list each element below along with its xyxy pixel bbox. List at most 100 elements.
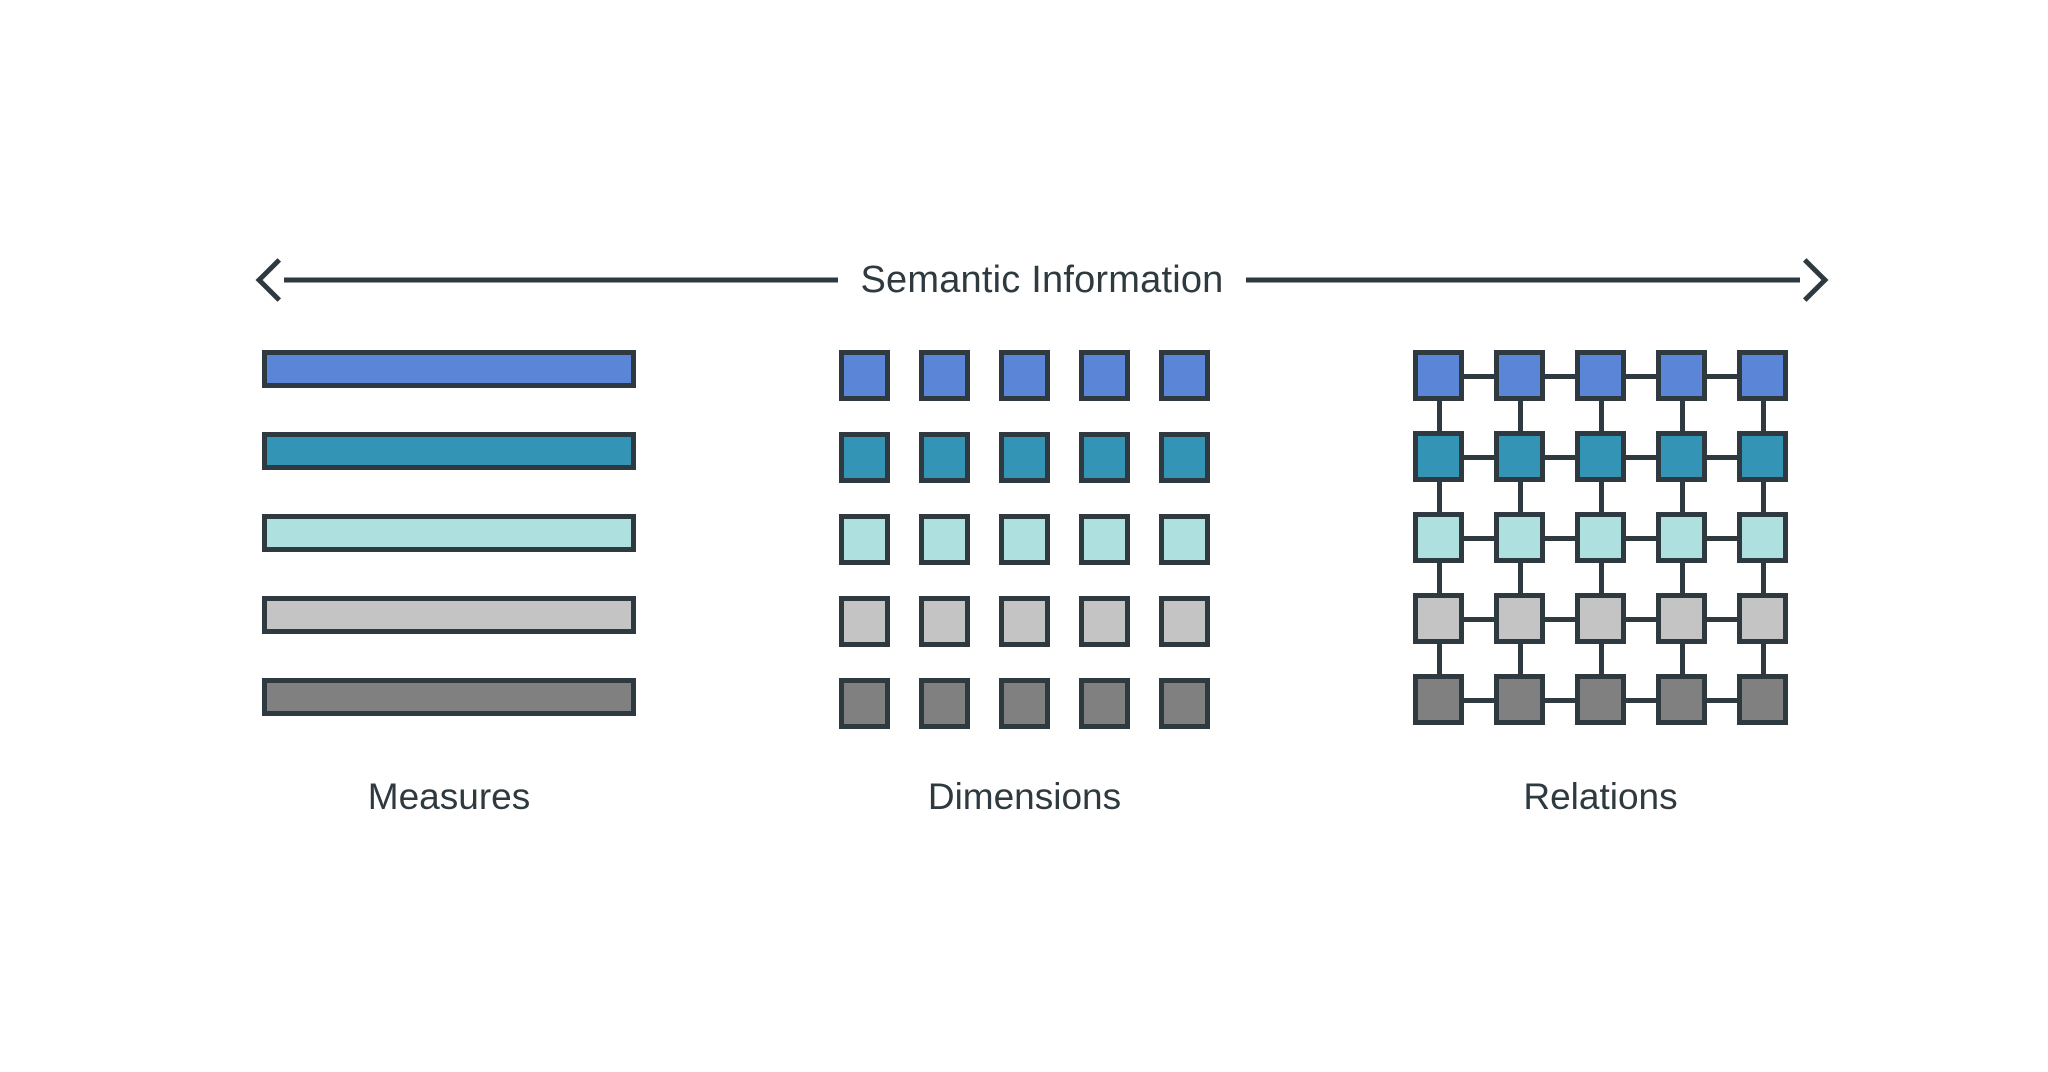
- relation-link-vertical: [1437, 397, 1442, 435]
- relation-link-vertical: [1761, 397, 1766, 435]
- axis-label: Semantic Information: [838, 261, 1246, 299]
- dimension-cell: [1079, 350, 1130, 401]
- group-relations: Relations: [1413, 350, 1788, 815]
- relation-link-vertical: [1518, 397, 1523, 435]
- measure-bar: [262, 514, 636, 552]
- relation-link-horizontal: [1541, 698, 1579, 703]
- measure-bar-row: [262, 596, 636, 634]
- relation-node: [1494, 350, 1545, 401]
- group-measures: Measures: [262, 350, 636, 815]
- relation-link-horizontal: [1460, 536, 1498, 541]
- relation-link-vertical: [1599, 478, 1604, 516]
- relation-link-vertical: [1761, 478, 1766, 516]
- semantic-information-axis: Semantic Information: [255, 250, 1829, 310]
- dimension-cell: [999, 678, 1050, 729]
- group-caption-relations: Relations: [1523, 776, 1678, 817]
- relation-link-horizontal: [1622, 536, 1660, 541]
- relation-node: [1494, 431, 1545, 482]
- relation-node: [1656, 431, 1707, 482]
- dimension-cell: [919, 678, 970, 729]
- dimension-cell: [919, 432, 970, 483]
- relation-node: [1413, 350, 1464, 401]
- diagram-canvas: Semantic Information Measures Dimensions…: [0, 0, 2048, 1072]
- relation-link-vertical: [1437, 559, 1442, 597]
- relation-link-horizontal: [1541, 374, 1579, 379]
- dimension-row: [839, 514, 1210, 565]
- relation-link-horizontal: [1460, 617, 1498, 622]
- dimension-cell: [919, 514, 970, 565]
- arrow-left-icon: [255, 258, 300, 302]
- dimension-cell: [839, 432, 890, 483]
- relation-link-horizontal: [1460, 374, 1498, 379]
- relation-link-horizontal: [1622, 374, 1660, 379]
- dimension-row: [839, 350, 1210, 401]
- relation-node: [1737, 431, 1788, 482]
- relations-lattice: [1413, 350, 1788, 725]
- relation-link-vertical: [1599, 559, 1604, 597]
- group-dimensions: Dimensions: [839, 350, 1210, 815]
- dimension-cell: [999, 596, 1050, 647]
- group-caption-dimensions: Dimensions: [927, 776, 1122, 817]
- relation-node: [1413, 674, 1464, 725]
- dimension-cell: [1079, 514, 1130, 565]
- measure-bar-row: [262, 514, 636, 552]
- relation-link-vertical: [1680, 397, 1685, 435]
- dimension-row: [839, 678, 1210, 729]
- group-caption-measures: Measures: [367, 776, 531, 817]
- relation-link-horizontal: [1541, 617, 1579, 622]
- relation-node: [1575, 350, 1626, 401]
- measure-bar-row: [262, 350, 636, 388]
- relation-node: [1737, 350, 1788, 401]
- relation-link-horizontal: [1460, 698, 1498, 703]
- relation-link-vertical: [1761, 640, 1766, 678]
- dimension-row: [839, 596, 1210, 647]
- relation-node: [1656, 350, 1707, 401]
- relation-link-vertical: [1518, 640, 1523, 678]
- relation-link-horizontal: [1622, 698, 1660, 703]
- dimension-cell: [1079, 596, 1130, 647]
- relation-link-vertical: [1518, 559, 1523, 597]
- relation-node: [1575, 512, 1626, 563]
- dimension-cell: [1159, 514, 1210, 565]
- dimension-cell: [999, 432, 1050, 483]
- relation-node: [1494, 512, 1545, 563]
- measure-bar-row: [262, 678, 636, 716]
- relation-link-horizontal: [1703, 374, 1741, 379]
- relation-node: [1575, 431, 1626, 482]
- relation-node: [1737, 512, 1788, 563]
- relation-node: [1656, 593, 1707, 644]
- measure-bar-row: [262, 432, 636, 470]
- dimension-row: [839, 432, 1210, 483]
- dimension-cell: [1159, 678, 1210, 729]
- relation-link-vertical: [1437, 478, 1442, 516]
- dimension-cell: [839, 596, 890, 647]
- dimension-cell: [999, 514, 1050, 565]
- relation-link-vertical: [1680, 478, 1685, 516]
- relation-link-vertical: [1599, 640, 1604, 678]
- relation-node: [1494, 593, 1545, 644]
- relation-node: [1413, 593, 1464, 644]
- relation-node: [1575, 674, 1626, 725]
- relation-node: [1737, 674, 1788, 725]
- dimension-cell: [919, 350, 970, 401]
- arrow-right-icon: [1784, 258, 1829, 302]
- dimension-cell: [839, 514, 890, 565]
- relation-link-horizontal: [1703, 455, 1741, 460]
- measure-bar: [262, 678, 636, 716]
- relation-node: [1656, 674, 1707, 725]
- relation-link-horizontal: [1460, 455, 1498, 460]
- relation-node: [1413, 512, 1464, 563]
- measure-bar: [262, 350, 636, 388]
- dimension-cell: [1159, 596, 1210, 647]
- dimension-cell: [839, 350, 890, 401]
- relation-link-horizontal: [1541, 455, 1579, 460]
- measure-bar: [262, 432, 636, 470]
- relation-link-vertical: [1518, 478, 1523, 516]
- relation-node: [1737, 593, 1788, 644]
- relation-node: [1656, 512, 1707, 563]
- measure-bar: [262, 596, 636, 634]
- relation-link-vertical: [1680, 640, 1685, 678]
- relation-link-horizontal: [1541, 536, 1579, 541]
- relation-link-horizontal: [1703, 698, 1741, 703]
- relation-link-vertical: [1437, 640, 1442, 678]
